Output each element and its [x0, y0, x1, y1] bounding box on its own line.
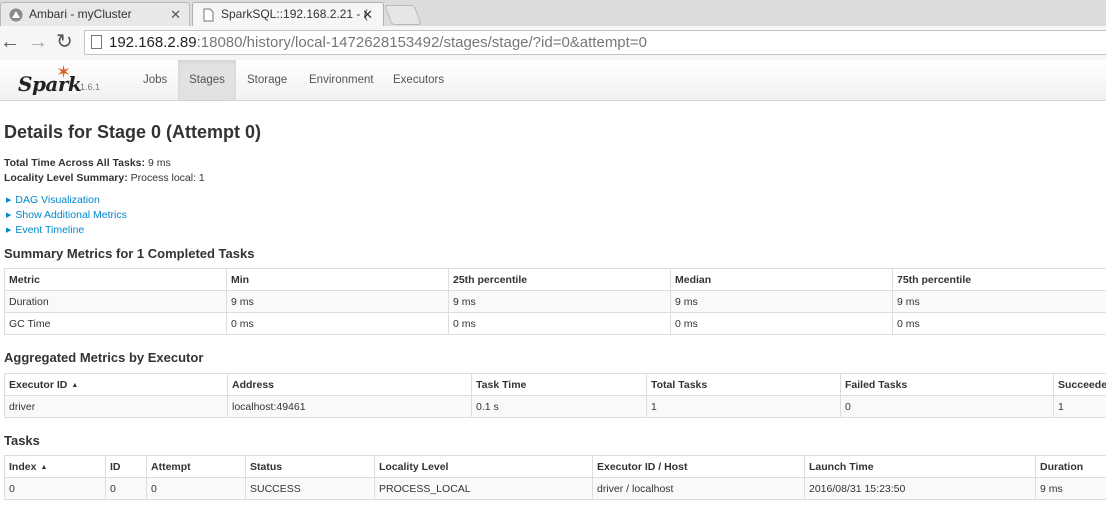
nav-stages[interactable]: Stages — [178, 60, 236, 100]
sortable-column-header[interactable]: Attempt — [146, 455, 246, 478]
table-cell: 0 — [146, 477, 246, 500]
table-cell: 2016/08/31 15:23:50 — [804, 477, 1036, 500]
spark-version: 1.6.1 — [80, 82, 101, 92]
nav-jobs[interactable]: Jobs — [132, 60, 178, 100]
triangle-right-icon: ▶ — [6, 227, 12, 234]
sortable-column-header[interactable]: Duration — [1035, 455, 1106, 478]
table-cell: 1 — [646, 395, 841, 418]
sortable-column-header[interactable]: Total Tasks — [646, 373, 841, 396]
table-cell: 9 ms — [670, 290, 893, 313]
dag-visualization-toggle[interactable]: ▶ DAG Visualization — [6, 194, 100, 206]
nav-storage[interactable]: Storage — [236, 60, 298, 100]
triangle-right-icon: ▶ — [6, 197, 12, 204]
brand-name: Spark — [18, 72, 82, 96]
total-time-summary: Total Time Across All Tasks: 9 ms — [4, 157, 171, 169]
browser-tabbar: Ambari - myCluster ✕ SparkSQL::192.168.2… — [0, 0, 1106, 26]
summary-metrics-table: Metric Min 25th percentile Median 75th p… — [4, 268, 1106, 335]
sort-ascending-icon: ▲ — [40, 463, 48, 471]
reload-icon[interactable]: ↻ — [56, 32, 73, 52]
table-cell: 9 ms — [892, 290, 1106, 313]
table-cell: 9 ms — [1035, 477, 1106, 500]
table-cell: 0 — [105, 477, 147, 500]
table-cell: 0 — [4, 477, 106, 500]
nav-executors[interactable]: Executors — [382, 60, 455, 100]
page-info-icon[interactable] — [91, 35, 102, 49]
sortable-column-header[interactable]: Succeeded — [1053, 373, 1106, 396]
table-cell: GC Time — [4, 312, 227, 335]
table-cell: 0 ms — [448, 312, 671, 335]
table-cell: localhost:49461 — [227, 395, 472, 418]
table-cell: 1 — [1053, 395, 1106, 418]
triangle-right-icon: ▶ — [6, 212, 12, 219]
sortable-column-header[interactable]: Failed Tasks — [840, 373, 1054, 396]
sortable-column-header[interactable]: Task Time — [471, 373, 647, 396]
column-header: 25th percentile — [448, 268, 671, 291]
table-row: 0 0 0 SUCCESS PROCESS_LOCAL driver / loc… — [4, 477, 1106, 500]
table-cell: Duration — [4, 290, 227, 313]
sortable-column-header[interactable]: Executor ID / Host — [592, 455, 805, 478]
tasks-table: Index ▲ ID Attempt Status Locality Level … — [4, 455, 1106, 500]
table-cell: 9 ms — [226, 290, 449, 313]
nav-environment[interactable]: Environment — [298, 60, 385, 100]
summary-metrics-heading: Summary Metrics for 1 Completed Tasks — [4, 246, 255, 261]
sortable-column-header[interactable]: ID — [105, 455, 147, 478]
close-tab-icon[interactable]: ✕ — [170, 7, 181, 23]
forward-icon[interactable]: → — [28, 32, 48, 52]
table-cell: 0 ms — [670, 312, 893, 335]
executor-metrics-table: Executor ID ▲ Address Task Time Total Tas… — [4, 373, 1106, 418]
sortable-column-header[interactable]: Address — [227, 373, 472, 396]
browser-toolbar: ← → ↻ 192.168.2.89:18080/history/local-1… — [0, 26, 1106, 61]
sortable-column-header[interactable]: Executor ID ▲ — [4, 373, 228, 396]
event-timeline-toggle[interactable]: ▶ Event Timeline — [6, 224, 84, 236]
tab-title: SparkSQL::192.168.2.21 - ( — [221, 7, 368, 21]
table-cell: SUCCESS — [245, 477, 375, 500]
table-cell: 0.1 s — [471, 395, 647, 418]
browser-tab-spark[interactable]: SparkSQL::192.168.2.21 - ( ✕ — [192, 2, 384, 26]
spark-star-icon: ✶ — [56, 62, 72, 82]
sortable-column-header[interactable]: Index ▲ — [4, 455, 106, 478]
new-tab-button[interactable] — [384, 5, 422, 25]
column-header: Metric — [4, 268, 227, 291]
executor-metrics-heading: Aggregated Metrics by Executor — [4, 350, 204, 365]
spark-navbar: Spark ✶ 1.6.1 Jobs Stages Storage Enviro… — [0, 60, 1106, 101]
address-bar[interactable]: 192.168.2.89:18080/history/local-1472628… — [84, 30, 1106, 55]
browser-tab-ambari[interactable]: Ambari - myCluster ✕ — [0, 2, 190, 26]
table-row: driver localhost:49461 0.1 s 1 0 1 — [4, 395, 1106, 418]
table-cell: driver / localhost — [592, 477, 805, 500]
table-row: GC Time 0 ms 0 ms 0 ms 0 ms — [4, 312, 1106, 335]
page-favicon-icon — [203, 8, 214, 22]
table-cell: 9 ms — [448, 290, 671, 313]
column-header: 75th percentile — [892, 268, 1106, 291]
spark-logo[interactable]: Spark ✶ 1.6.1 — [18, 62, 108, 96]
table-row: Duration 9 ms 9 ms 9 ms 9 ms — [4, 290, 1106, 313]
table-cell: 0 — [840, 395, 1054, 418]
table-cell: 0 ms — [226, 312, 449, 335]
column-header: Median — [670, 268, 893, 291]
sortable-column-header[interactable]: Launch Time — [804, 455, 1036, 478]
sortable-column-header[interactable]: Status — [245, 455, 375, 478]
tab-title: Ambari - myCluster — [29, 7, 132, 21]
locality-summary: Locality Level Summary: Process local: 1 — [4, 172, 205, 184]
sortable-column-header[interactable]: Locality Level — [374, 455, 593, 478]
table-cell: PROCESS_LOCAL — [374, 477, 593, 500]
url-text: 192.168.2.89:18080/history/local-1472628… — [109, 34, 647, 51]
back-icon[interactable]: ← — [0, 32, 20, 52]
table-cell: 0 ms — [892, 312, 1106, 335]
column-header: Min — [226, 268, 449, 291]
close-tab-icon[interactable]: ✕ — [362, 7, 373, 23]
show-additional-metrics-toggle[interactable]: ▶ Show Additional Metrics — [6, 209, 127, 221]
ambari-favicon-icon — [9, 8, 23, 22]
tasks-heading: Tasks — [4, 433, 40, 448]
sort-ascending-icon: ▲ — [71, 381, 79, 389]
page-title: Details for Stage 0 (Attempt 0) — [4, 122, 262, 142]
table-cell: driver — [4, 395, 228, 418]
